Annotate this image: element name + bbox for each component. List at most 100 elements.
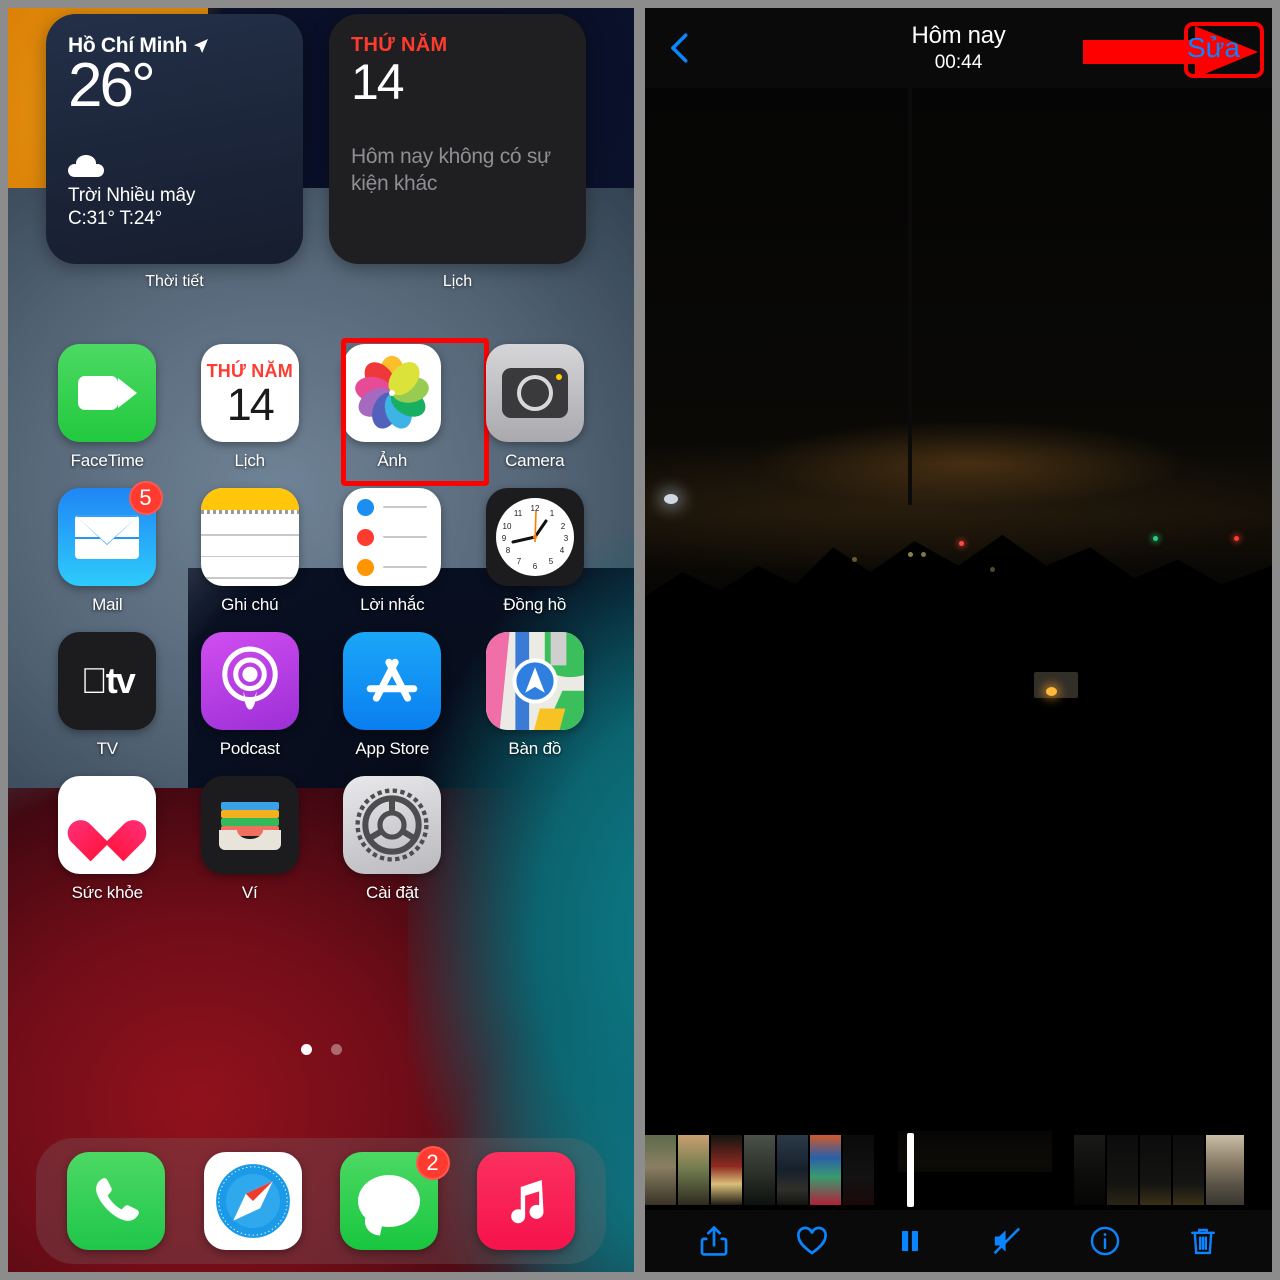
thumbnail-filmstrip[interactable] — [645, 1130, 1272, 1210]
page-dot-active[interactable] — [300, 1044, 312, 1055]
calendar-icon-day: 14 — [226, 379, 275, 430]
music-icon[interactable] — [476, 1152, 575, 1250]
app-wallet[interactable]: Ví — [179, 776, 322, 903]
page-dot[interactable] — [330, 1044, 342, 1055]
messages-badge: 2 — [415, 1146, 450, 1180]
app-store-icon[interactable] — [343, 632, 442, 730]
location-arrow-icon — [194, 39, 209, 53]
app-label: App Store — [355, 739, 430, 758]
calendar-note: Hôm nay không có sự kiện khác — [351, 145, 551, 195]
app-label: Đồng hồ — [503, 595, 567, 614]
filmstrip-thumb[interactable] — [777, 1135, 808, 1205]
cloud-icon — [68, 155, 104, 178]
app-podcast[interactable]: Podcast — [179, 632, 322, 759]
filmstrip-thumb[interactable] — [810, 1135, 841, 1205]
svg-text:8: 8 — [506, 546, 511, 555]
svg-text:5: 5 — [549, 557, 554, 566]
filmstrip-thumb[interactable] — [1206, 1135, 1244, 1205]
app-appstore[interactable]: App Store — [321, 632, 464, 759]
trash-icon[interactable] — [1181, 1219, 1225, 1263]
filmstrip-thumb[interactable] — [1140, 1135, 1171, 1205]
calendar-icon[interactable]: THỨ NĂM 14 — [200, 344, 299, 442]
filmstrip-current-clip[interactable] — [898, 1131, 1052, 1209]
svg-text:7: 7 — [517, 557, 522, 566]
wallet-icon[interactable] — [200, 776, 299, 874]
reminders-icon[interactable] — [343, 488, 442, 586]
podcasts-icon[interactable] — [200, 632, 299, 730]
edit-highlight-box — [1184, 22, 1264, 78]
weather-condition: Trời Nhiều mây — [68, 185, 196, 207]
app-calendar[interactable]: THỨ NĂM 14 Lịch — [179, 344, 322, 471]
app-facetime[interactable]: FaceTime — [36, 344, 179, 471]
svg-text:2: 2 — [561, 522, 566, 531]
filmstrip-thumb[interactable] — [1173, 1135, 1204, 1205]
filmstrip-thumb[interactable] — [1074, 1135, 1105, 1205]
dock-safari[interactable] — [185, 1152, 322, 1250]
calendar-widget[interactable]: THỨ NĂM 14 Hôm nay không có sự kiện khác — [329, 14, 586, 264]
app-row: Sức khỏe Ví Cài đặt — [36, 776, 606, 903]
maps-icon[interactable] — [485, 632, 584, 730]
mail-badge: 5 — [128, 481, 163, 515]
app-row: tv TV Podcast — [36, 632, 606, 759]
filmstrip-thumb[interactable] — [678, 1135, 709, 1205]
app-label: Podcast — [219, 739, 280, 758]
media-canvas[interactable] — [645, 88, 1272, 1130]
dock-messages[interactable]: 2 — [321, 1146, 458, 1250]
facetime-icon[interactable] — [58, 344, 157, 442]
lit-window — [1033, 671, 1078, 698]
app-settings[interactable]: Cài đặt — [321, 776, 464, 903]
apple-tv-icon[interactable]: tv — [58, 632, 157, 730]
svg-text:4: 4 — [560, 546, 565, 555]
app-row: FaceTime THỨ NĂM 14 Lịch Ảnh Camera — [36, 338, 607, 486]
weather-high-low: C:31° T:24° — [68, 208, 162, 230]
app-tv[interactable]: tv TV — [36, 632, 179, 759]
camera-icon[interactable] — [485, 344, 584, 442]
photos-viewer: Hôm nay 00:44 Sửa — [645, 8, 1272, 1272]
filmstrip-right-group[interactable] — [1074, 1135, 1246, 1205]
app-label: Sức khỏe — [71, 883, 143, 902]
filmstrip-thumb[interactable] — [1107, 1135, 1138, 1205]
app-camera[interactable]: Camera — [464, 344, 607, 471]
pause-icon[interactable] — [888, 1219, 932, 1263]
app-label: Ghi chú — [221, 595, 279, 614]
app-health[interactable]: Sức khỏe — [36, 776, 179, 903]
app-empty-slot — [464, 776, 607, 903]
info-icon[interactable] — [1083, 1219, 1127, 1263]
filmstrip-left-group[interactable] — [645, 1135, 876, 1205]
viewer-toolbar — [645, 1210, 1272, 1272]
app-photos[interactable]: Ảnh — [321, 338, 489, 486]
utility-pole — [908, 88, 913, 505]
ios-home-screen: Hồ Chí Minh 26° Trời Nhiều mây C:31° T:2… — [8, 8, 634, 1272]
app-label: Lời nhắc — [360, 595, 425, 614]
heart-icon[interactable] — [790, 1219, 834, 1263]
filmstrip-thumb[interactable] — [711, 1135, 742, 1205]
health-icon[interactable] — [58, 776, 157, 874]
app-mail[interactable]: 5 Mail — [36, 481, 179, 615]
app-label: FaceTime — [70, 451, 145, 470]
weather-widget[interactable]: Hồ Chí Minh 26° Trời Nhiều mây C:31° T:2… — [46, 14, 303, 264]
dock-phone[interactable] — [48, 1152, 185, 1250]
clock-icon[interactable]: 12 1 2 345 678 9 10 11 — [485, 488, 584, 586]
calendar-day-number: 14 — [351, 54, 405, 110]
share-icon[interactable] — [692, 1219, 736, 1263]
svg-text:6: 6 — [533, 562, 538, 571]
filmstrip-thumb[interactable] — [645, 1135, 676, 1205]
filmstrip-thumb[interactable] — [744, 1135, 775, 1205]
weather-widget-wrap[interactable]: Hồ Chí Minh 26° Trời Nhiều mây C:31° T:2… — [46, 14, 303, 291]
app-maps[interactable]: Bàn đồ — [464, 632, 607, 759]
safari-icon[interactable] — [203, 1152, 302, 1250]
filmstrip-thumb[interactable] — [843, 1135, 874, 1205]
calendar-widget-wrap[interactable]: THỨ NĂM 14 Hôm nay không có sự kiện khác… — [329, 14, 586, 291]
dock-music[interactable] — [458, 1152, 595, 1250]
playhead-indicator[interactable] — [907, 1133, 914, 1207]
phone-icon[interactable] — [67, 1152, 166, 1250]
notes-icon[interactable] — [200, 488, 299, 586]
app-notes[interactable]: Ghi chú — [179, 488, 322, 615]
app-row: 5 Mail Ghi chú Lời nhắc 12 1 2 3 4 5 6 7… — [36, 481, 607, 615]
screenshot-root: Hồ Chí Minh 26° Trời Nhiều mây C:31° T:2… — [0, 0, 1280, 1280]
widget-row: Hồ Chí Minh 26° Trời Nhiều mây C:31° T:2… — [8, 14, 634, 291]
mute-icon[interactable] — [985, 1219, 1029, 1263]
settings-icon[interactable] — [343, 776, 442, 874]
app-clock[interactable]: 12 1 2 345 678 9 10 11 Đồng hồ — [464, 488, 607, 615]
app-reminders[interactable]: Lời nhắc — [321, 488, 464, 615]
